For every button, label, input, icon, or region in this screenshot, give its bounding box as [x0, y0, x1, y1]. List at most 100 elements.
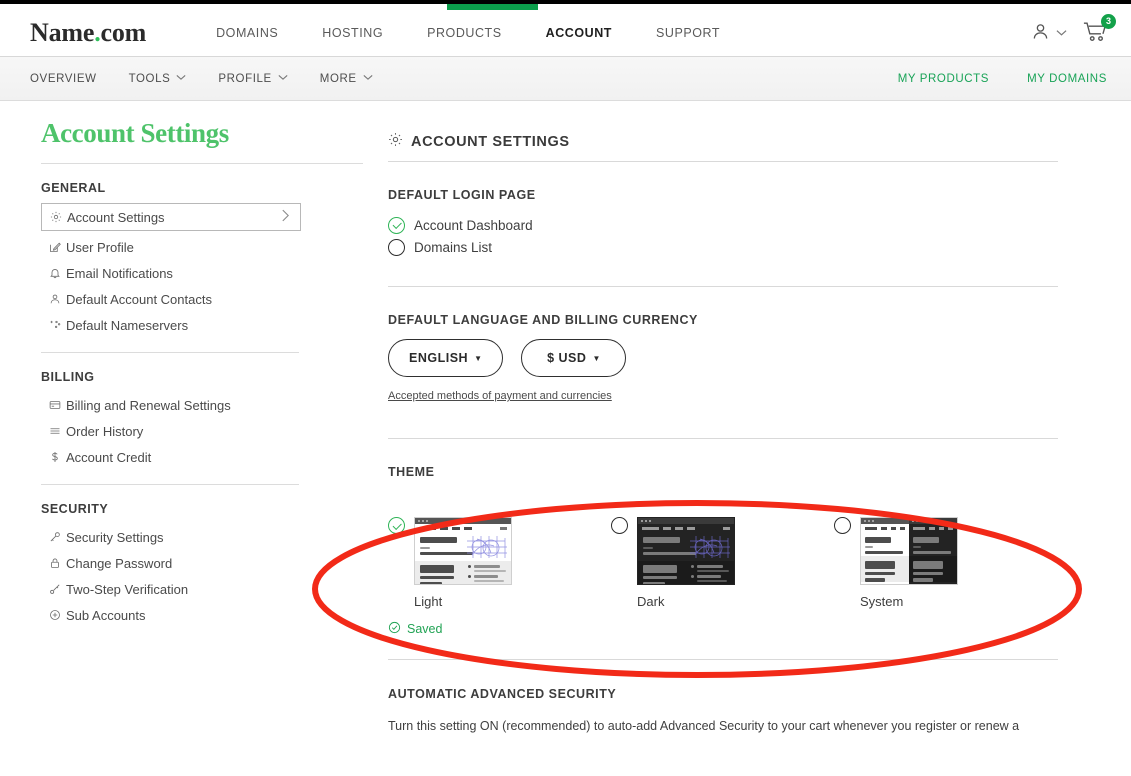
thumb-cards [415, 561, 511, 584]
account-menu-button[interactable] [1030, 21, 1067, 47]
caret-down-icon: ▼ [474, 353, 483, 363]
plus-circle-icon [49, 609, 66, 621]
gear-icon [50, 211, 67, 223]
section-divider [388, 659, 1058, 660]
thumb-half-light [861, 518, 909, 584]
thumb-hero [638, 532, 734, 561]
thumb-navbar [638, 524, 734, 532]
sidebar-item-billing-and-renewal-settings[interactable]: Billing and Renewal Settings [41, 392, 363, 418]
radio-account-dashboard[interactable]: Account Dashboard [388, 214, 1058, 236]
sidebar-divider [41, 352, 299, 353]
nav-account[interactable]: ACCOUNT [524, 26, 634, 40]
radio-indicator[interactable] [611, 517, 628, 534]
decorative-illustration [690, 536, 730, 558]
thumb-titlebar [415, 518, 511, 524]
subnav-left-group: OVERVIEW TOOLS PROFILE MORE [30, 73, 405, 85]
main-content: ACCOUNT SETTINGS DEFAULT LOGIN PAGE Acco… [388, 132, 1058, 736]
thumb-body [638, 532, 734, 584]
sidebar-item-change-password[interactable]: Change Password [41, 550, 363, 576]
section-divider [388, 286, 1058, 287]
sidebar-item-label: Account Credit [66, 449, 152, 465]
language-currency-controls: ENGLISH ▼ $ USD ▼ [388, 339, 1058, 377]
credit-card-icon [49, 399, 66, 411]
dollar-icon [49, 451, 66, 463]
sidebar-item-default-nameservers[interactable]: Default Nameservers [41, 312, 363, 338]
radio-domains-list[interactable]: Domains List [388, 236, 1058, 258]
sidebar-item-label: Billing and Renewal Settings [66, 397, 231, 413]
currency-dropdown[interactable]: $ USD ▼ [521, 339, 627, 377]
chevron-down-icon [1056, 29, 1067, 39]
header-actions: 3 [1030, 10, 1116, 57]
section-divider [388, 438, 1058, 439]
link-my-domains[interactable]: MY DOMAINS [1027, 73, 1107, 85]
thumb-titlebar [861, 518, 909, 524]
theme-card-system: System [860, 517, 958, 609]
sidebar-item-label: Account Settings [67, 209, 165, 225]
thumb-navbar [909, 524, 957, 532]
sidebar-item-label: Sub Accounts [66, 607, 146, 623]
page-root: Name.com DOMAINS HOSTING PRODUCTS ACCOUN… [0, 0, 1131, 776]
thumb-hero [861, 532, 909, 556]
nav-hosting[interactable]: HOSTING [300, 26, 405, 40]
theme-options: Light Dark System [388, 517, 1058, 609]
theme-label: Light [414, 594, 443, 609]
thumb-cards [909, 556, 957, 582]
radio-indicator[interactable] [388, 238, 405, 256]
sidebar-item-account-settings[interactable]: Account Settings [41, 203, 301, 231]
thumb-titlebar [638, 518, 734, 524]
theme-thumbnail-light[interactable] [414, 517, 512, 585]
theme-card-dark: Dark [637, 517, 735, 609]
sidebar-item-user-profile[interactable]: User Profile [41, 234, 363, 260]
nav-products[interactable]: PRODUCTS [405, 26, 524, 40]
subnav-item-more[interactable]: MORE [320, 73, 373, 85]
sidebar-item-email-notifications[interactable]: Email Notifications [41, 260, 363, 286]
link-my-products[interactable]: MY PRODUCTS [898, 73, 989, 85]
site-header: Name.com DOMAINS HOSTING PRODUCTS ACCOUN… [0, 10, 1131, 57]
nav-domains[interactable]: DOMAINS [194, 26, 300, 40]
chevron-down-icon [176, 74, 186, 83]
subnav-item-profile[interactable]: PROFILE [218, 73, 288, 85]
thumb-body [415, 532, 511, 584]
accepted-payment-methods-link[interactable]: Accepted methods of payment and currenci… [388, 390, 612, 402]
radio-indicator-checked[interactable] [388, 216, 405, 234]
section-title: DEFAULT LOGIN PAGE [388, 188, 536, 202]
main-heading: ACCOUNT SETTINGS [388, 132, 1058, 161]
section-title: AUTOMATIC ADVANCED SECURITY [388, 687, 617, 701]
subnav-item-overview[interactable]: OVERVIEW [30, 73, 97, 85]
radio-indicator-checked[interactable] [388, 517, 405, 534]
account-subnav: OVERVIEW TOOLS PROFILE MORE MY PRODUCTS … [0, 57, 1131, 101]
sidebar-item-two-step-verification[interactable]: Two-Step Verification [41, 576, 363, 602]
theme-option-system[interactable]: System [834, 517, 958, 609]
theme-label: Dark [637, 594, 665, 609]
sidebar-item-security-settings[interactable]: Security Settings [41, 524, 363, 550]
theme-thumbnail-dark[interactable] [637, 517, 735, 585]
edit-square-icon [49, 241, 66, 253]
thumb-cards [638, 561, 734, 584]
radio-label: Domains List [414, 239, 493, 255]
nav-support[interactable]: SUPPORT [634, 26, 742, 40]
top-black-bar [0, 0, 1131, 4]
subnav-right-group: MY PRODUCTS MY DOMAINS [860, 73, 1107, 85]
thumb-hero [415, 532, 511, 561]
sidebar-group-general: GENERAL [41, 181, 106, 195]
section-language-currency: DEFAULT LANGUAGE AND BILLING CURRENCY EN… [388, 313, 1058, 404]
lock-icon [49, 557, 66, 569]
cart-count-badge: 3 [1101, 13, 1116, 29]
sidebar-divider [41, 163, 363, 164]
theme-thumbnail-system[interactable] [860, 517, 958, 585]
site-logo[interactable]: Name.com [30, 18, 146, 48]
contacts-icon [49, 293, 66, 305]
theme-option-light[interactable]: Light [388, 517, 611, 609]
chevron-down-icon [363, 74, 373, 83]
key-icon [49, 531, 66, 543]
cart-button[interactable]: 3 [1083, 13, 1116, 47]
radio-indicator[interactable] [834, 517, 851, 534]
sidebar-item-order-history[interactable]: Order History [41, 418, 363, 444]
theme-option-dark[interactable]: Dark [611, 517, 834, 609]
sidebar-item-account-credit[interactable]: Account Credit [41, 444, 363, 470]
sidebar-item-default-account-contacts[interactable]: Default Account Contacts [41, 286, 363, 312]
thumb-hero [909, 532, 957, 556]
language-dropdown[interactable]: ENGLISH ▼ [388, 339, 504, 377]
sidebar-item-sub-accounts[interactable]: Sub Accounts [41, 602, 363, 628]
subnav-item-tools[interactable]: TOOLS [129, 73, 187, 85]
